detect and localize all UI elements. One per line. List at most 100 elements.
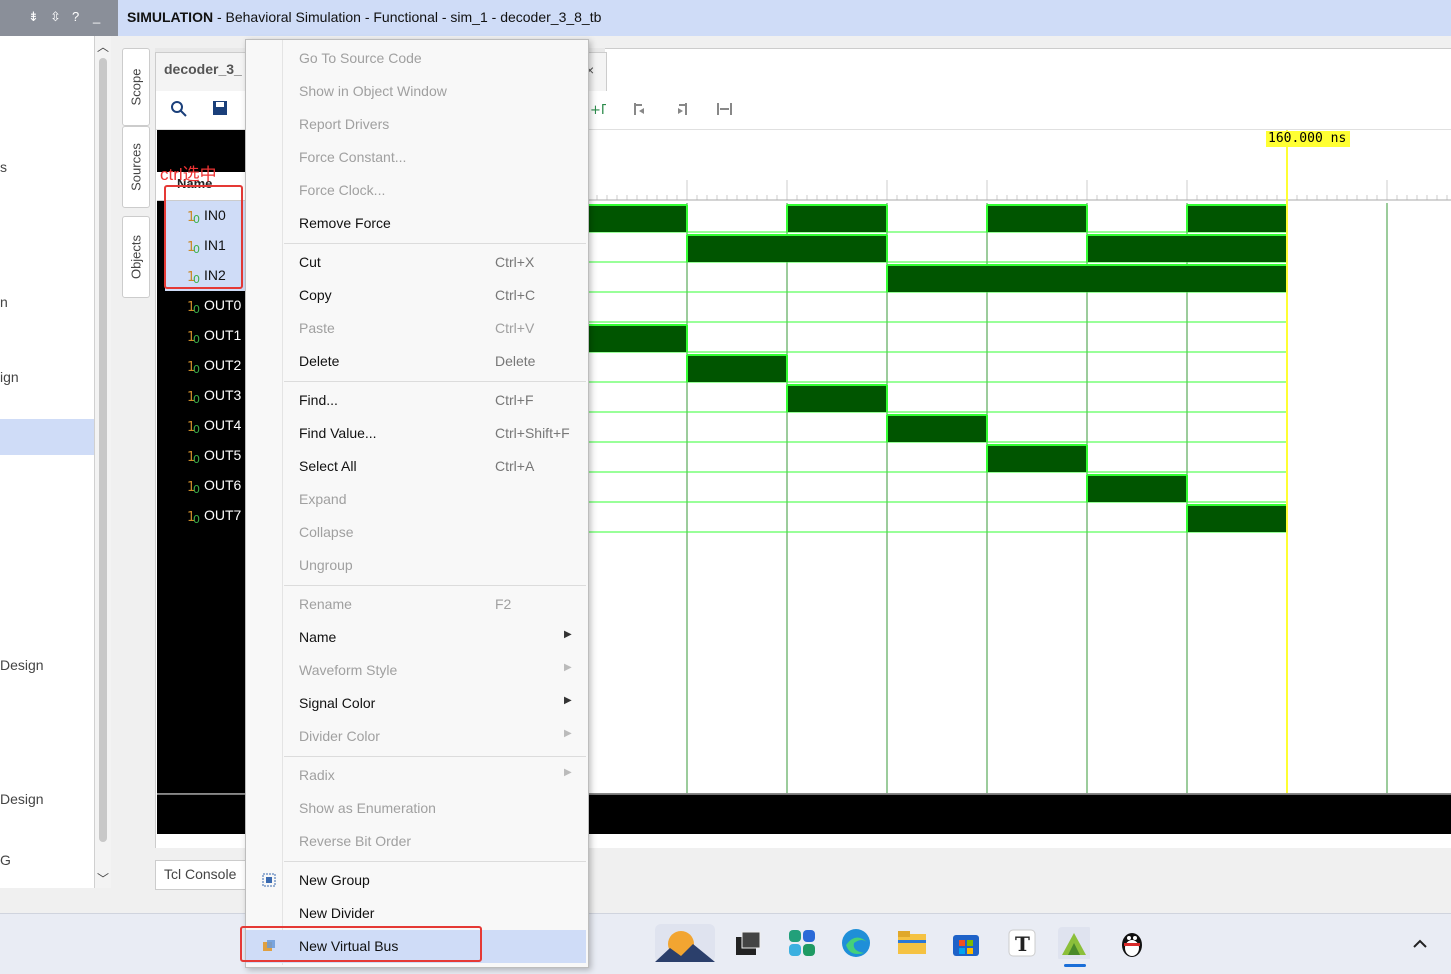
scroll-down-icon[interactable]: ﹀ (97, 870, 109, 887)
signal-row[interactable]: 1 0 OUT6 (165, 471, 245, 501)
menu-item-delete[interactable]: Delete Delete (246, 345, 586, 378)
signal-bit-icon: 10 (187, 300, 200, 314)
menu-item-show-as-enumeration[interactable]: Show as Enumeration (246, 792, 586, 825)
store-icon[interactable] (950, 927, 982, 959)
menu-item-go-to-source-code[interactable]: Go To Source Code (246, 42, 586, 75)
help-icon[interactable]: ? (72, 9, 79, 24)
tab-tcl-console[interactable]: Tcl Console (155, 860, 247, 890)
signal-row[interactable]: 1 0 OUT4 (165, 411, 245, 441)
flow-item-label[interactable]: ign (0, 369, 19, 385)
tab-scope[interactable]: Scope (122, 48, 150, 126)
ruler-time-label: 60 ns (789, 182, 828, 197)
flow-item-label[interactable]: s (0, 159, 7, 175)
signal-bit-icon: 10 (187, 330, 200, 344)
signal-high-fill (588, 325, 687, 352)
menu-separator (284, 243, 586, 244)
menu-item-new-group[interactable]: New Group (246, 864, 586, 897)
menu-item-cut[interactable]: Cut Ctrl+X (246, 246, 586, 279)
flow-navigator-panel: s n ign Design Design G (0, 36, 95, 888)
title-window-controls: ⇟ ⇳ ? _ (0, 0, 118, 36)
save-icon[interactable] (212, 100, 228, 116)
menu-item-shortcut: Ctrl+C (495, 287, 536, 303)
signal-row[interactable]: 1 0 OUT5 (165, 441, 245, 471)
menu-item-label: New Divider (299, 905, 375, 921)
typora-icon[interactable]: T (1006, 927, 1038, 959)
menu-item-shortcut: Ctrl+F (495, 392, 534, 408)
menu-item-paste[interactable]: Paste Ctrl+V (246, 312, 586, 345)
menu-item-report-drivers[interactable]: Report Drivers (246, 108, 586, 141)
menu-item-shortcut: Ctrl+A (495, 458, 535, 474)
group-icon (262, 873, 276, 887)
menu-item-label: Find Value... (299, 425, 377, 441)
menu-item-divider-color[interactable]: Divider Color ▶ (246, 720, 586, 753)
menu-item-expand[interactable]: Expand (246, 483, 586, 516)
edge-browser-icon[interactable] (840, 927, 872, 959)
flow-item-selected[interactable] (0, 419, 94, 455)
signal-row[interactable]: 1 0 OUT2 (165, 351, 245, 381)
menu-item-find[interactable]: Find... Ctrl+F (246, 384, 586, 417)
flow-item-label[interactable]: n (0, 294, 8, 310)
menu-item-force-constant[interactable]: Force Constant... (246, 141, 586, 174)
moon-landscape-icon[interactable] (655, 924, 715, 962)
menu-item-label: Cut (299, 254, 321, 270)
file-explorer-icon[interactable] (896, 927, 928, 959)
title-subtitle: - Behavioral Simulation - Functional - s… (216, 9, 602, 25)
ruler-time-label: ns (592, 182, 608, 197)
left-scrollbar[interactable]: ︿ ﹀ (95, 36, 111, 888)
menu-item-waveform-style[interactable]: Waveform Style ▶ (246, 654, 586, 687)
ruler-time-label: 160 ns (1289, 182, 1336, 197)
signal-high-fill (687, 355, 787, 382)
signal-row[interactable]: 1 0 OUT7 (165, 501, 245, 531)
swap-cursors-icon[interactable] (716, 101, 734, 117)
minimize-icon[interactable]: _ (93, 9, 100, 24)
flow-item-label[interactable]: Design (0, 791, 44, 807)
collapse-icon[interactable]: ⇟ (28, 9, 39, 25)
add-marker-icon[interactable]: +Γ (590, 101, 606, 117)
next-marker-icon[interactable] (674, 101, 690, 117)
flow-item-label[interactable]: Design (0, 657, 44, 673)
waveform-canvas[interactable]: ns 40 ns 60 ns 80 ns 100 ns 120 ns 140 ns 160 n… (588, 130, 1451, 793)
signal-high-fill (887, 415, 987, 442)
menu-item-collapse[interactable]: Collapse (246, 516, 586, 549)
menu-item-label: Find... (299, 392, 338, 408)
ruler-time-label: 40 ns (689, 182, 728, 197)
menu-item-copy[interactable]: Copy Ctrl+C (246, 279, 586, 312)
signal-row[interactable]: 1 0 OUT1 (165, 321, 245, 351)
signal-name: OUT6 (204, 477, 242, 493)
signal-high-fill (1087, 235, 1287, 262)
menu-item-label: Rename (299, 596, 352, 612)
chevron-up-icon[interactable] (1410, 934, 1430, 954)
menu-item-signal-color[interactable]: Signal Color ▶ (246, 687, 586, 720)
grid-app-icon[interactable] (786, 927, 818, 959)
menu-item-rename[interactable]: Rename F2 (246, 588, 586, 621)
restore-icon[interactable]: ⇳ (50, 9, 61, 25)
menu-item-name[interactable]: Name ▶ (246, 621, 586, 654)
ruler-time-label: 100 ns (989, 182, 1036, 197)
ruler-time-label: 80 ns (889, 182, 928, 197)
tab-sources[interactable]: Sources (122, 126, 150, 208)
signal-row[interactable]: 1 0 OUT0 (165, 291, 245, 321)
flow-item-label[interactable]: G (0, 852, 11, 868)
search-icon[interactable] (170, 100, 188, 118)
menu-item-ungroup[interactable]: Ungroup (246, 549, 586, 582)
scroll-thumb[interactable] (99, 58, 107, 842)
menu-item-find-value[interactable]: Find Value... Ctrl+Shift+F (246, 417, 586, 450)
signal-row[interactable]: 1 0 OUT3 (165, 381, 245, 411)
window-icon[interactable] (732, 927, 764, 959)
tab-sources-label: Sources (128, 143, 144, 191)
menu-item-reverse-bit-order[interactable]: Reverse Bit Order (246, 825, 586, 858)
vivado-icon[interactable] (1058, 927, 1090, 959)
previous-marker-icon[interactable] (632, 101, 648, 117)
menu-item-radix[interactable]: Radix ▶ (246, 759, 586, 792)
qq-penguin-icon[interactable] (1116, 927, 1148, 959)
signal-high-fill (1087, 475, 1187, 502)
menu-item-select-all[interactable]: Select All Ctrl+A (246, 450, 586, 483)
ruler-time-label: 140 ns (1189, 182, 1236, 197)
scroll-up-icon[interactable]: ︿ (97, 38, 109, 55)
editor-tab-label[interactable]: decoder_3_ (164, 61, 242, 77)
menu-item-force-clock[interactable]: Force Clock... (246, 174, 586, 207)
menu-item-show-in-object-window[interactable]: Show in Object Window (246, 75, 586, 108)
cursor-time-value: 160.000 ns (1268, 131, 1347, 146)
tab-objects[interactable]: Objects (122, 216, 150, 298)
menu-item-remove-force[interactable]: Remove Force (246, 207, 586, 240)
